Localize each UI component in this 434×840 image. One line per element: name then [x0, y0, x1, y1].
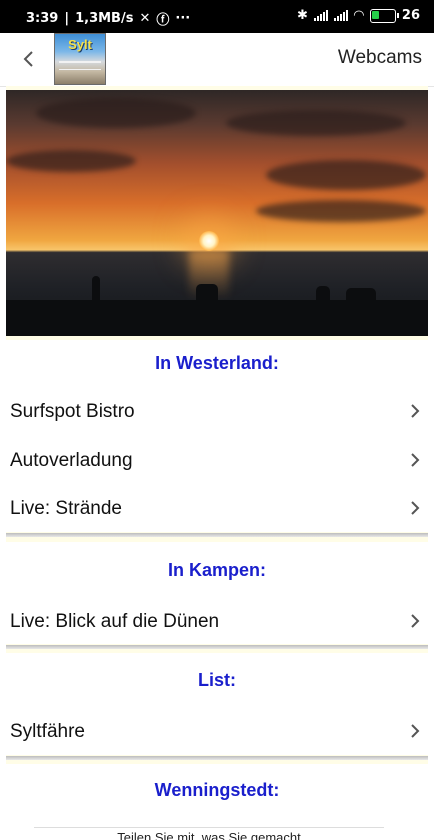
status-time: 3:39 [26, 11, 59, 26]
wifi-icon: ◠ [353, 8, 364, 23]
list-item-live-blick-duenen[interactable]: Live: Blick auf die Dünen [6, 598, 428, 646]
section-heading: In Kampen: [167, 560, 266, 580]
divider [6, 533, 428, 537]
status-network-speed: 1,3MB/s [75, 11, 134, 26]
alarm-off-icon: ✕ [139, 11, 151, 26]
page-title: Webcams [337, 47, 422, 68]
logo-fence [59, 61, 101, 70]
chevron-right-icon [410, 452, 420, 467]
more-icon: ··· [175, 11, 191, 26]
sylt-logo: Sylt [54, 33, 106, 85]
list-item-label: Syltfähre [10, 721, 85, 742]
chevron-left-icon [23, 51, 33, 67]
signal-2-icon [333, 10, 348, 21]
main-content: In Westerland: Surfspot Bistro Autoverla… [6, 86, 428, 837]
share-text: Teilen Sie mit, was Sie gemacht [117, 830, 301, 840]
status-bar: 3:39 | 1,3MB/s ✕ ⓕ ··· ✱ ◠ 26 [0, 0, 434, 33]
list-item-autoverladung[interactable]: Autoverladung [6, 437, 428, 485]
back-button[interactable] [14, 43, 42, 75]
facebook-icon: ⓕ [156, 13, 170, 28]
logo-text: Sylt [68, 37, 92, 52]
list-item-label: Live: Strände [10, 498, 122, 519]
chevron-right-icon [410, 613, 420, 628]
app-header: Sylt Webcams [0, 33, 434, 87]
divider [6, 645, 428, 649]
list-item-surfspot-bistro[interactable]: Surfspot Bistro [6, 388, 428, 436]
chevron-right-icon [410, 500, 420, 515]
bluetooth-icon: ✱ [297, 8, 308, 23]
list-item-label: Live: Blick auf die Dünen [10, 611, 220, 632]
battery-icon [369, 8, 399, 23]
sunset-photo [6, 90, 428, 336]
divider [6, 756, 428, 760]
battery-level: 26 [401, 8, 420, 23]
section-heading: In Westerland: [155, 353, 279, 373]
status-separator: | [64, 11, 70, 26]
signal-icon [313, 10, 328, 21]
list-item-syltfaehre[interactable]: Syltfähre [6, 708, 428, 756]
section-list: List: Syltfähre [6, 653, 428, 755]
sun [199, 231, 219, 251]
share-prompt[interactable]: Teilen Sie mit, was Sie gemacht [34, 827, 384, 840]
section-kampen: In Kampen: Live: Blick auf die Dünen [6, 542, 428, 644]
list-item-label: Surfspot Bistro [10, 401, 135, 422]
list-item-live-straende[interactable]: Live: Strände [6, 485, 428, 533]
chevron-right-icon [410, 403, 420, 418]
section-heading: Wenningstedt: [154, 780, 280, 800]
section-westerland: In Westerland: Surfspot Bistro Autoverla… [6, 340, 428, 532]
list-item-label: Autoverladung [10, 450, 133, 471]
section-heading: List: [198, 670, 236, 690]
chevron-right-icon [410, 723, 420, 738]
